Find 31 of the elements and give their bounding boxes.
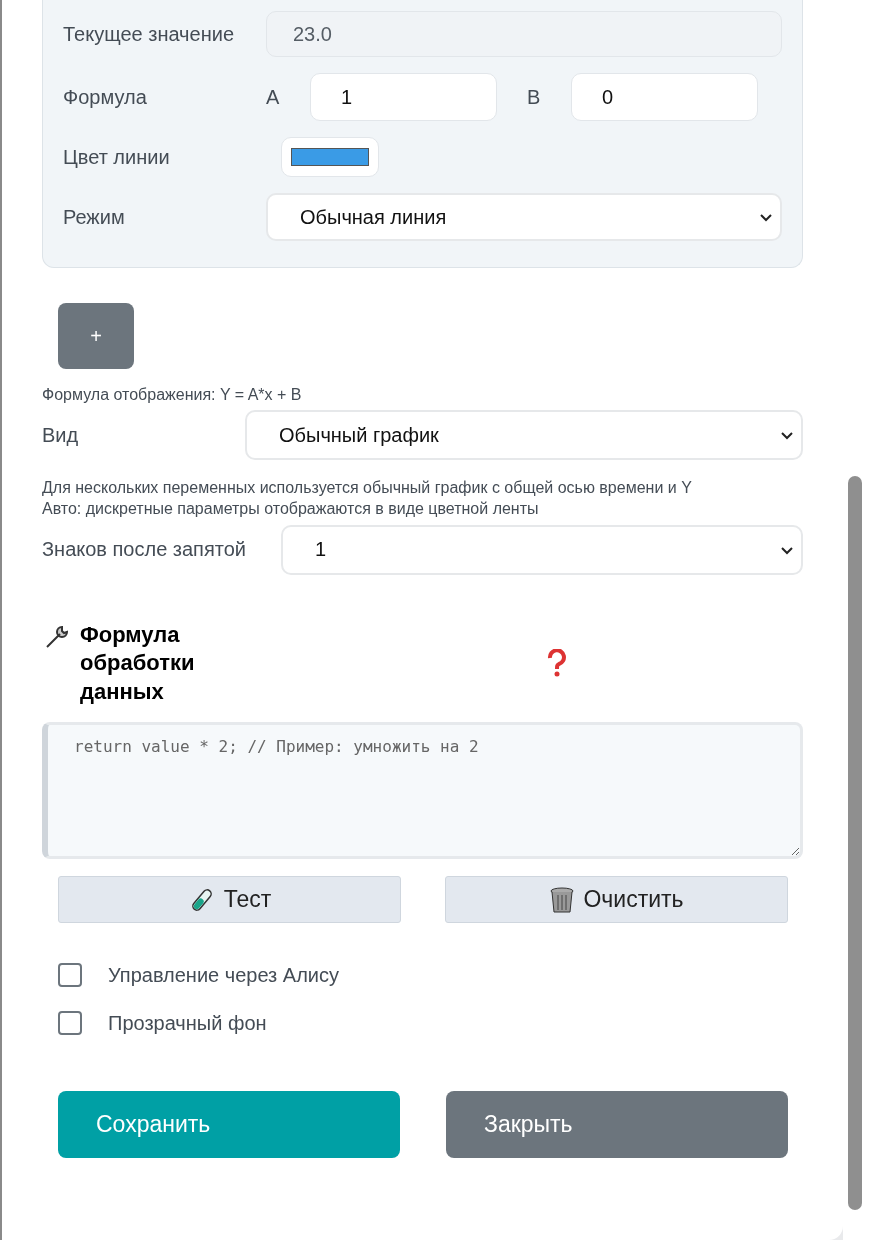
trash-bin-icon xyxy=(549,885,576,914)
field-label: Режим xyxy=(63,205,126,229)
scrollbar-thumb[interactable] xyxy=(848,476,862,1210)
field-label: Вид xyxy=(42,423,80,447)
mode-select[interactable]: Обычная линия xyxy=(266,193,782,241)
add-button[interactable]: + xyxy=(58,303,134,369)
code-input-field[interactable]: return value * 2; // Пример: умножить на 2 xyxy=(42,722,803,860)
field-label: Формула xyxy=(63,85,148,109)
view-select[interactable]: Обычный график xyxy=(245,410,803,461)
help-text: Для нескольких переменных используется обычный график с общей осью времени и Y xyxy=(42,478,693,498)
test-button[interactable]: Тест xyxy=(58,876,401,924)
field-label: Цвет линии xyxy=(63,145,171,169)
checkbox[interactable] xyxy=(58,963,82,988)
current-value-field: 23.0 xyxy=(266,11,782,57)
checkbox-label: Управление через Алису xyxy=(108,963,340,987)
input-field[interactable]: 0 xyxy=(571,73,758,121)
decimals-select[interactable]: 1 xyxy=(281,524,803,575)
section-heading: Формула обработки данных xyxy=(80,620,196,706)
field-label: A xyxy=(266,85,281,109)
field-label: B xyxy=(527,85,542,109)
field-label: Текущее значение xyxy=(63,22,235,46)
formula-hint: Формула отображения: Y = A*x + B xyxy=(42,385,303,405)
color-picker[interactable] xyxy=(281,137,379,177)
checkbox[interactable] xyxy=(58,1011,82,1036)
checkbox-label: Прозрачный фон xyxy=(108,1011,268,1035)
question-mark-icon[interactable] xyxy=(546,649,568,678)
field-label: Знаков после запятой xyxy=(42,538,247,562)
help-text: Авто: дискретные параметры отображаются в виде цветной ленты xyxy=(42,499,540,519)
clear-button[interactable]: Очистить xyxy=(445,876,788,924)
input-field[interactable]: 1 xyxy=(310,73,497,121)
close-button[interactable]: Закрыть xyxy=(446,1091,788,1159)
